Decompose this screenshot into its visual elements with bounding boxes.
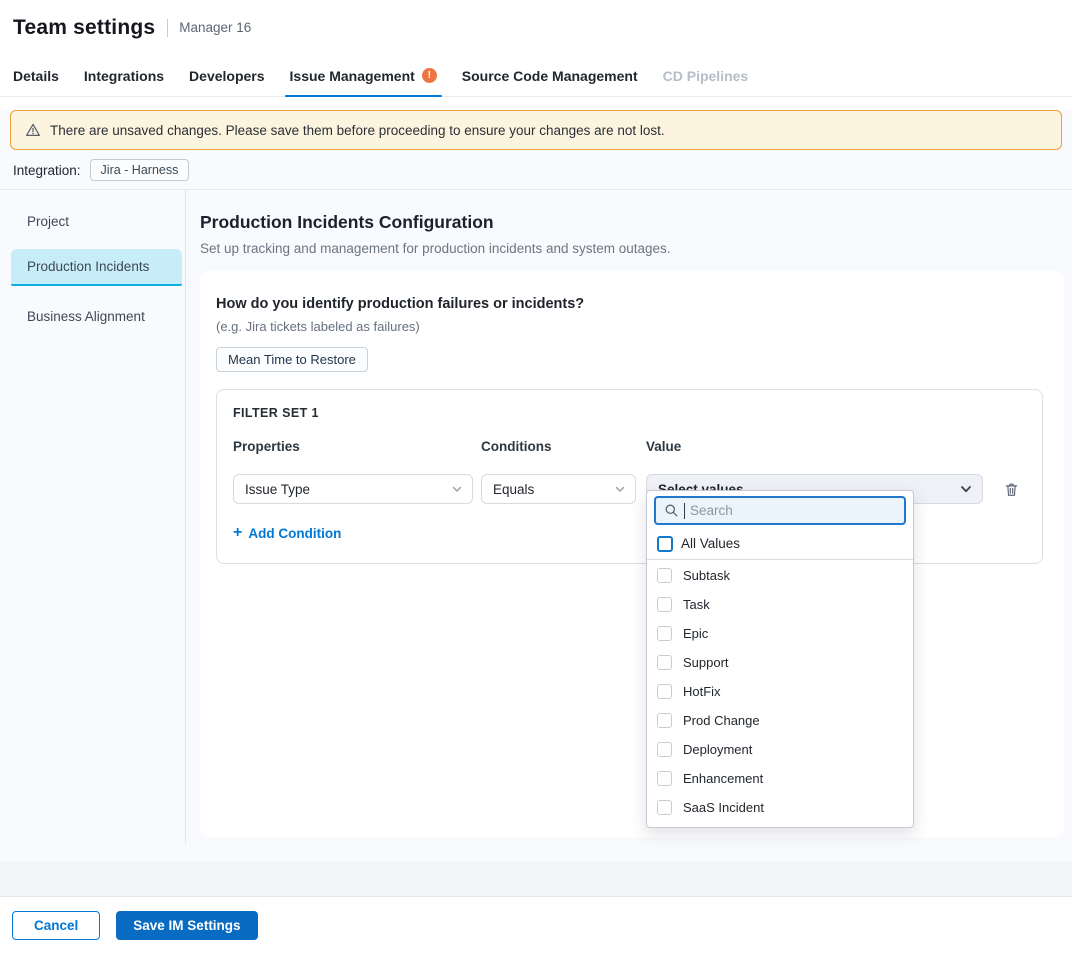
integration-row: Integration: Jira - Harness xyxy=(0,150,1072,189)
option-deployment[interactable]: Deployment xyxy=(647,735,913,764)
checkbox-all-values[interactable] xyxy=(657,536,673,552)
option-checkbox[interactable] xyxy=(657,655,672,670)
search-input[interactable] xyxy=(690,503,896,518)
settings-sidebar: Project Production Incidents Business Al… xyxy=(0,190,186,844)
section-subtitle: Set up tracking and management for produ… xyxy=(200,241,1064,256)
condition-select[interactable]: Equals xyxy=(481,474,636,504)
dropdown-options: Subtask Task Epic Support HotFix Prod Ch… xyxy=(647,560,913,828)
trash-icon xyxy=(1003,486,1020,501)
save-im-settings-button[interactable]: Save IM Settings xyxy=(116,911,257,940)
value-column-label: Value xyxy=(646,439,681,454)
page-title: Team settings xyxy=(13,16,155,40)
delete-filter-button[interactable] xyxy=(1001,479,1022,500)
chevron-down-icon xyxy=(451,483,463,495)
question-title: How do you identify production failures … xyxy=(216,296,1043,312)
option-prod-change[interactable]: Prod Change xyxy=(647,706,913,735)
chevron-down-icon xyxy=(614,483,626,495)
option-checkbox[interactable] xyxy=(657,742,672,757)
option-epic[interactable]: Epic xyxy=(647,619,913,648)
warning-icon xyxy=(25,122,41,138)
cancel-button[interactable]: Cancel xyxy=(12,911,100,940)
tab-source-code-management[interactable]: Source Code Management xyxy=(462,55,638,96)
option-checkbox[interactable] xyxy=(657,800,672,815)
property-select[interactable]: Issue Type xyxy=(233,474,473,504)
bottom-strip xyxy=(0,861,1072,896)
value-dropdown: All Values Subtask Task Epic Support Hot… xyxy=(646,490,914,828)
tab-developers[interactable]: Developers xyxy=(189,55,264,96)
filter-set-title: FILTER SET 1 xyxy=(233,406,1026,420)
settings-body: Project Production Incidents Business Al… xyxy=(0,189,1072,844)
question-hint: (e.g. Jira tickets labeled as failures) xyxy=(216,319,1043,334)
tab-cd-pipelines: CD Pipelines xyxy=(663,55,749,96)
tab-integrations[interactable]: Integrations xyxy=(84,55,164,96)
incidents-config-card: How do you identify production failures … xyxy=(200,271,1064,837)
text-caret xyxy=(684,503,685,519)
sidebar-item-project[interactable]: Project xyxy=(11,204,182,239)
search-icon xyxy=(664,503,679,518)
option-saas-incident[interactable]: SaaS Incident xyxy=(647,793,913,822)
option-checkbox[interactable] xyxy=(657,713,672,728)
option-checkbox[interactable] xyxy=(657,597,672,612)
filter-column-headers: Properties Conditions Value xyxy=(233,439,1026,454)
chevron-down-icon xyxy=(959,482,973,496)
option-all-values[interactable]: All Values xyxy=(647,528,913,560)
footer-bar: Cancel Save IM Settings xyxy=(0,896,1072,954)
option-subtask[interactable]: Subtask xyxy=(647,561,913,590)
main-panel: Production Incidents Configuration Set u… xyxy=(186,190,1072,844)
option-task[interactable]: Task xyxy=(647,590,913,619)
section-title: Production Incidents Configuration xyxy=(200,212,1064,233)
tab-issue-management[interactable]: Issue Management ! xyxy=(290,55,437,96)
option-checkbox[interactable] xyxy=(657,568,672,583)
page-header: Team settings Manager 16 xyxy=(0,0,1072,55)
option-checkbox[interactable] xyxy=(657,626,672,641)
unsaved-changes-banner: There are unsaved changes. Please save t… xyxy=(10,110,1062,150)
option-enhancement[interactable]: Enhancement xyxy=(647,764,913,793)
sidebar-item-business-alignment[interactable]: Business Alignment xyxy=(11,299,182,334)
team-settings-page: Team settings Manager 16 Details Integra… xyxy=(0,0,1072,954)
integration-label: Integration: xyxy=(13,163,81,178)
plus-icon: + xyxy=(233,525,242,541)
conditions-column-label: Conditions xyxy=(481,439,646,454)
page-subtitle: Manager 16 xyxy=(179,20,251,35)
title-divider xyxy=(167,19,168,37)
option-customer-notification[interactable]: Customer Notification xyxy=(647,822,913,828)
alert-badge-icon: ! xyxy=(422,68,437,83)
option-checkbox[interactable] xyxy=(657,684,672,699)
content-area: There are unsaved changes. Please save t… xyxy=(0,110,1072,896)
integration-chip[interactable]: Jira - Harness xyxy=(90,159,190,181)
properties-column-label: Properties xyxy=(233,439,481,454)
add-condition-button[interactable]: + Add Condition xyxy=(233,525,341,541)
option-support[interactable]: Support xyxy=(647,648,913,677)
option-checkbox[interactable] xyxy=(657,771,672,786)
tab-details[interactable]: Details xyxy=(13,55,59,96)
dropdown-search xyxy=(654,496,906,525)
metric-chip-mean-time-to-restore[interactable]: Mean Time to Restore xyxy=(216,347,368,372)
filter-set-1: FILTER SET 1 Properties Conditions Value… xyxy=(216,389,1043,564)
tab-bar: Details Integrations Developers Issue Ma… xyxy=(0,55,1072,97)
sidebar-item-production-incidents[interactable]: Production Incidents xyxy=(11,249,182,286)
spacer xyxy=(0,844,1072,861)
banner-text: There are unsaved changes. Please save t… xyxy=(50,123,665,138)
option-hotfix[interactable]: HotFix xyxy=(647,677,913,706)
